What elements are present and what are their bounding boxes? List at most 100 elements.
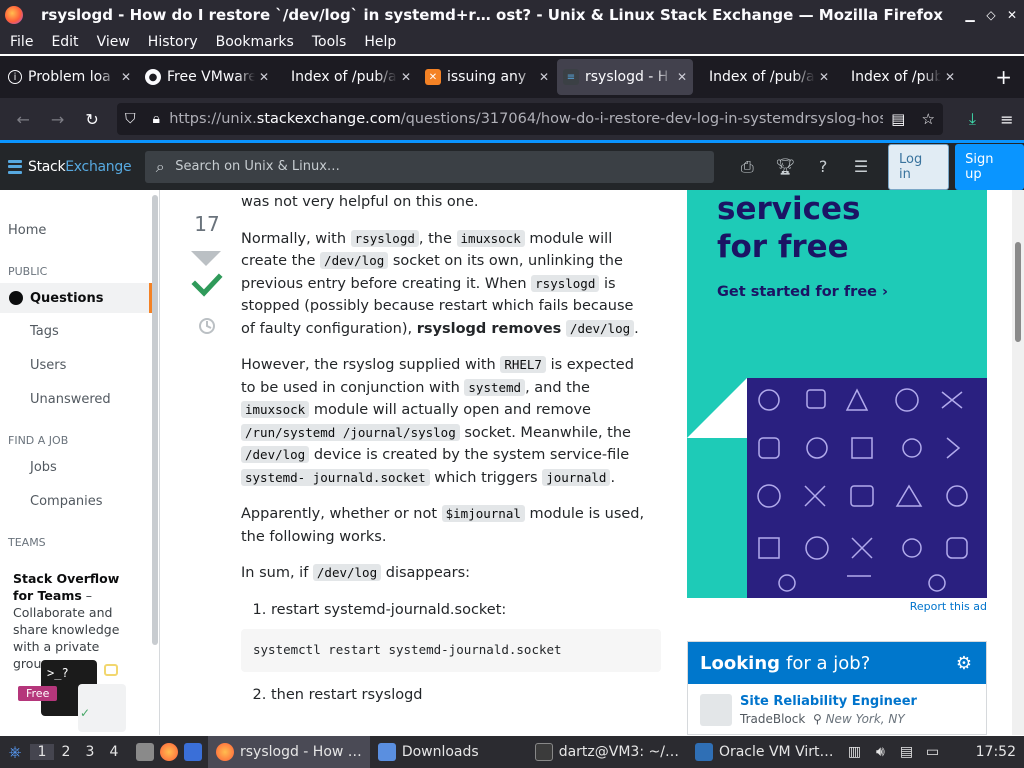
bookmark-star-icon[interactable]: ☆ (913, 110, 943, 128)
tab-close-icon[interactable]: ✕ (819, 70, 829, 84)
ad-headline: services for free (717, 191, 861, 265)
location-pin-icon: ⚲ (812, 712, 822, 726)
site-header: Stack Exchange ⌕ Search on Unix & Linux… … (0, 140, 1024, 190)
nav-unanswered[interactable]: Unanswered (30, 392, 111, 407)
menu-bookmarks[interactable]: Bookmarks (216, 34, 294, 50)
ad-icon-pattern (747, 378, 987, 598)
workspace-3[interactable]: 3 (78, 744, 102, 760)
taskbar-app-virtualbox[interactable]: Oracle VM Virt… (687, 736, 842, 768)
ad-cta-link[interactable]: Get started for free › (717, 284, 888, 300)
terminal-launcher-icon[interactable] (184, 743, 202, 761)
notes-tray-icon[interactable]: ▤ (893, 744, 919, 760)
stackexchange-icon: ≡ (563, 69, 579, 85)
url-bar[interactable]: ⛉ 🔒︎ https://unix.stackexchange.com/ques… (117, 103, 944, 135)
nav-questions[interactable]: Questions (0, 283, 152, 313)
taskbar-app-terminal[interactable]: dartz@VM3: ~/… (527, 736, 687, 768)
ad-decoration (687, 378, 747, 438)
workspace-1[interactable]: 1 (30, 744, 54, 760)
achievements-trophy-icon[interactable]: 🏆︎ (766, 157, 804, 176)
menu-help[interactable]: Help (364, 34, 396, 50)
nav-home[interactable]: Home (8, 223, 46, 238)
menu-view[interactable]: View (97, 34, 130, 50)
tab-close-icon[interactable]: ✕ (401, 70, 411, 84)
post-paragraph: was not very helpful on this one. (241, 194, 479, 210)
menu-file[interactable]: File (10, 34, 33, 50)
tab-free-vmware[interactable]: ● Free VMware ✕ (139, 59, 275, 95)
minimize-icon[interactable]: ▁ (961, 8, 979, 22)
clipboard-tray-icon[interactable]: ▥ (841, 744, 867, 760)
list-item: then restart rsyslogd (271, 684, 651, 707)
tab-problem-loading[interactable]: i Problem loa ✕ (2, 59, 137, 95)
menu-edit[interactable]: Edit (51, 34, 78, 50)
help-icon[interactable]: ? (804, 157, 842, 176)
forward-icon[interactable]: → (40, 110, 74, 129)
job-listing[interactable]: Site Reliability Engineer TradeBlock ⚲ N… (688, 684, 986, 734)
login-button[interactable]: Log in (888, 143, 950, 190)
reload-icon[interactable]: ↻ (75, 110, 109, 129)
nav-users[interactable]: Users (30, 358, 66, 373)
nav-tags[interactable]: Tags (30, 324, 59, 339)
desktop-taskbar: ⎈ 1 2 3 4 rsyslogd - How … Downloads dar… (0, 736, 1024, 768)
site-search-input[interactable]: ⌕ Search on Unix & Linux… (145, 150, 715, 183)
files-launcher-icon[interactable] (136, 743, 154, 761)
display-tray-icon[interactable]: ▭ (919, 744, 945, 760)
tab-close-icon[interactable]: ✕ (945, 70, 955, 84)
tab-close-icon[interactable]: ✕ (121, 70, 131, 84)
taskbar-app-downloads[interactable]: Downloads (370, 736, 487, 768)
left-sidebar: Home PUBLIC Questions Tags Users Unanswe… (0, 190, 160, 735)
firefox-launcher-icon[interactable] (160, 743, 178, 761)
reader-view-icon[interactable]: ▤ (883, 110, 913, 128)
tab-close-icon[interactable]: ✕ (677, 70, 687, 84)
history-clock-hands-icon (206, 321, 212, 329)
page-scrollbar[interactable] (1012, 190, 1024, 735)
navigation-bar: ← → ↻ ⛉ 🔒︎ https://unix.stackexchange.co… (0, 98, 1024, 140)
tab-close-icon[interactable]: ✕ (539, 70, 549, 84)
job-meta: TradeBlock ⚲ New York, NY (740, 712, 905, 726)
scrollbar-thumb[interactable] (1015, 242, 1021, 342)
advertisement[interactable]: services for free Get started for free › (687, 190, 987, 598)
job-title-link[interactable]: Site Reliability Engineer (740, 694, 917, 709)
tab-index-pub-2[interactable]: Index of /pub/a ✕ (695, 59, 835, 95)
taskbar-app-firefox[interactable]: rsyslogd - How … (208, 736, 370, 768)
nav-section-public: PUBLIC (8, 265, 48, 278)
inbox-icon[interactable]: ⎙ (728, 157, 766, 177)
workspace-4[interactable]: 4 (102, 744, 126, 760)
close-window-icon[interactable]: ✕ (1003, 8, 1021, 22)
downvote-arrow-icon[interactable] (191, 251, 221, 266)
menu-history[interactable]: History (148, 34, 198, 50)
robot-illustration-icon: ⚙ (955, 652, 972, 674)
clock[interactable]: 17:52 (976, 744, 1016, 760)
tracking-shield-icon[interactable]: ⛉ (117, 111, 143, 127)
nav-jobs[interactable]: Jobs (30, 460, 57, 475)
globe-icon (9, 291, 23, 305)
workspace-2[interactable]: 2 (54, 744, 78, 760)
stackexchange-logo[interactable]: Stack Exchange (8, 159, 132, 175)
code-block[interactable]: systemctl restart systemd-journald.socke… (241, 629, 661, 672)
signup-button[interactable]: Sign up (955, 143, 1024, 190)
jobs-heading: Looking for a job? ⚙ (688, 642, 986, 684)
report-ad-link[interactable]: Report this ad (910, 600, 987, 613)
volume-tray-icon[interactable]: 🔊︎ (867, 744, 893, 760)
lock-icon[interactable]: 🔒︎ (143, 111, 169, 127)
nav-companies[interactable]: Companies (30, 494, 103, 509)
tab-index-pub-3[interactable]: Index of /pub/a ✕ (837, 59, 961, 95)
new-tab-icon[interactable]: + (995, 65, 1012, 89)
maximize-icon[interactable]: ◇ (982, 8, 1000, 22)
hamburger-menu-icon[interactable]: ≡ (990, 110, 1024, 129)
tab-close-icon[interactable]: ✕ (259, 70, 269, 84)
site-switcher-icon[interactable]: ☰ (842, 157, 880, 176)
list-item: restart systemd-journald.socket: systemc… (241, 599, 661, 672)
menu-tools[interactable]: Tools (312, 34, 347, 50)
sidebar-scrollbar[interactable] (152, 195, 158, 645)
speech-bubble-icon (104, 664, 118, 676)
downloads-icon[interactable]: ⤓ (955, 109, 989, 129)
vote-count: 17 (194, 212, 220, 236)
tab-issuing-any[interactable]: ✕ issuing any ✕ (419, 59, 555, 95)
search-icon: ⌕ (155, 156, 165, 176)
start-menu-icon[interactable]: ⎈ (0, 742, 30, 762)
url-text[interactable]: https://unix.stackexchange.com/questions… (169, 111, 883, 127)
tab-index-pub-1[interactable]: Index of /pub/a ✕ (277, 59, 417, 95)
back-icon[interactable]: ← (6, 110, 40, 129)
tab-rsyslogd[interactable]: ≡ rsyslogd - H ✕ (557, 59, 693, 95)
answer-body: was not very helpful on this one. Normal… (241, 190, 661, 718)
